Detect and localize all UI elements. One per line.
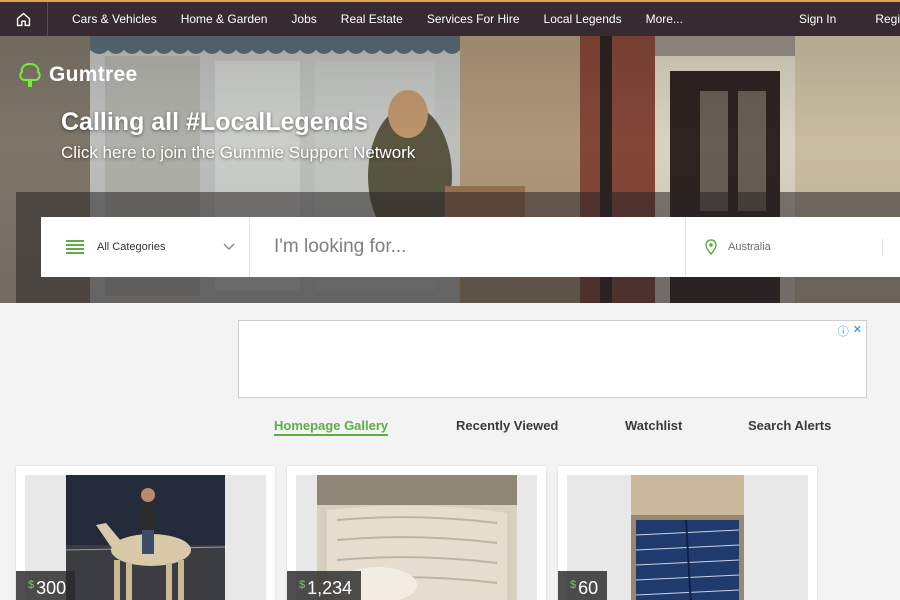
info-icon[interactable]: ⓘ (838, 323, 849, 339)
category-select-label: All Categories (97, 241, 166, 253)
close-icon[interactable]: ✕ (853, 323, 862, 339)
home-button[interactable] (0, 2, 48, 36)
advertisement-banner[interactable]: ⓘ ✕ (238, 320, 867, 398)
top-nav: Cars & Vehicles Home & Garden Jobs Real … (0, 0, 900, 36)
listing-price: $ 300 (16, 571, 76, 600)
listing-card[interactable]: $ 60 (558, 466, 817, 600)
search-input[interactable] (250, 217, 685, 277)
category-list-icon (66, 240, 84, 254)
sign-in-link[interactable]: Sign In (786, 12, 849, 26)
listing-price-value: 300 (36, 578, 67, 598)
gallery-tabs: Homepage Gallery Recently Viewed Watchli… (0, 418, 900, 442)
hero-headline: Calling all #LocalLegends (61, 108, 369, 136)
hero-subline: Click here to join the Gummie Support Ne… (61, 143, 416, 162)
gumtree-logo[interactable]: Gumtree (18, 62, 137, 88)
location-label: Australia (728, 241, 771, 253)
nav-item-more[interactable]: More... (634, 12, 695, 26)
chevron-down-icon (223, 243, 235, 250)
nav-item-jobs[interactable]: Jobs (279, 12, 328, 26)
nav-item-cars-vehicles[interactable]: Cars & Vehicles (48, 12, 169, 26)
listing-currency: $ (299, 579, 306, 591)
brand-name: Gumtree (49, 63, 138, 86)
listing-card[interactable]: $ 300 (16, 466, 275, 600)
tab-recently-viewed[interactable]: Recently Viewed (456, 418, 558, 433)
register-link[interactable]: Regi (849, 12, 900, 26)
listing-price: $ 60 (558, 571, 608, 600)
listing-currency: $ (28, 579, 35, 591)
location-select[interactable]: Australia (685, 217, 900, 277)
tab-homepage-gallery[interactable]: Homepage Gallery (274, 418, 389, 436)
tab-search-alerts[interactable]: Search Alerts (748, 418, 831, 433)
nav-item-home-garden[interactable]: Home & Garden (169, 12, 280, 26)
listing-card[interactable]: $ 1,234 (287, 466, 546, 600)
nav-item-services-for-hire[interactable]: Services For Hire (415, 12, 532, 26)
ad-controls: ⓘ ✕ (838, 323, 862, 339)
listing-photo (66, 475, 225, 600)
listing-price-value: 1,234 (307, 578, 353, 598)
listing-photo (631, 475, 744, 600)
listing-currency: $ (570, 579, 577, 591)
nav-item-local-legends[interactable]: Local Legends (532, 12, 634, 26)
category-select[interactable]: All Categories (41, 217, 250, 277)
tab-watchlist[interactable]: Watchlist (625, 418, 682, 433)
home-icon (16, 12, 31, 26)
tree-icon (19, 62, 41, 87)
location-divider (882, 239, 883, 255)
location-pin-icon (705, 239, 717, 255)
listing-price-value: 60 (578, 578, 599, 598)
nav-item-real-estate[interactable]: Real Estate (329, 12, 415, 26)
listing-price: $ 1,234 (287, 571, 362, 600)
search-bar: All Categories Australia (41, 217, 900, 277)
